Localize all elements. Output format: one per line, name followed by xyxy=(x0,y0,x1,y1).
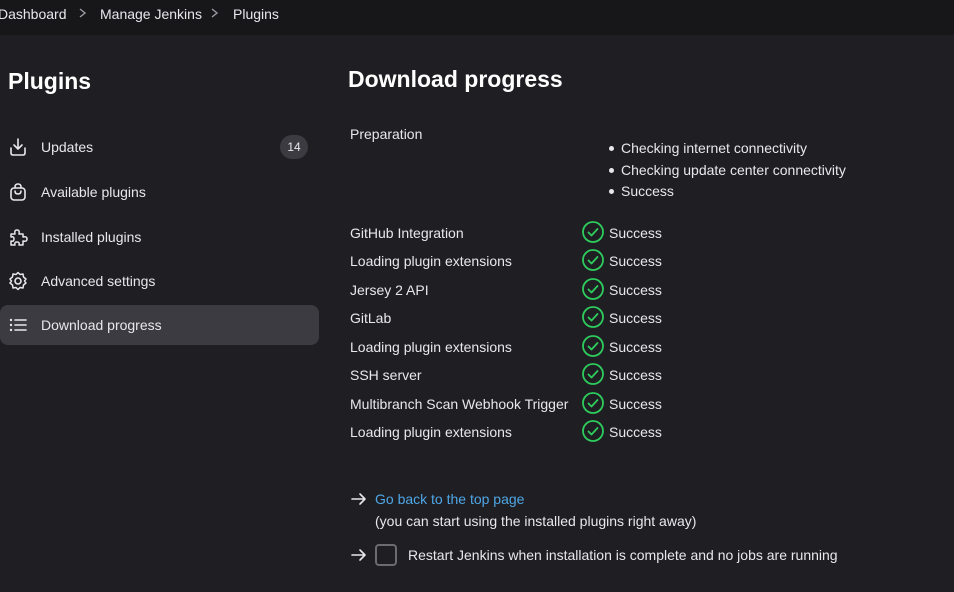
breadcrumb-dashboard[interactable]: Dashboard xyxy=(0,6,67,22)
breadcrumb-manage-jenkins[interactable]: Manage Jenkins xyxy=(100,6,202,22)
plugin-progress-row: GitHub Integration Success xyxy=(350,220,850,251)
sidebar-item-label: Download progress xyxy=(41,317,162,333)
plugin-status: Success xyxy=(609,310,662,326)
success-check-icon xyxy=(581,305,605,329)
sidebar-item-label: Advanced settings xyxy=(41,273,156,289)
chevron-right-icon xyxy=(76,5,90,21)
plugin-name: GitHub Integration xyxy=(350,225,464,241)
preparation-step: Success xyxy=(609,181,846,203)
plugin-status: Success xyxy=(609,253,662,269)
plugin-progress-row: Loading plugin extensions Success xyxy=(350,248,850,279)
success-check-icon xyxy=(581,220,605,244)
download-icon xyxy=(8,137,28,157)
sidebar-item-download-progress[interactable]: Download progress xyxy=(0,305,319,345)
arrow-right-icon xyxy=(350,490,368,508)
success-check-icon xyxy=(581,419,605,443)
plugin-status: Success xyxy=(609,424,662,440)
preparation-label: Preparation xyxy=(350,126,423,142)
plugin-name: Loading plugin extensions xyxy=(350,424,512,440)
success-check-icon xyxy=(581,248,605,272)
plugin-name: Loading plugin extensions xyxy=(350,339,512,355)
plugin-name: Loading plugin extensions xyxy=(350,253,512,269)
breadcrumb-bar: Dashboard Manage Jenkins Plugins xyxy=(0,0,954,35)
page-title: Download progress xyxy=(348,66,563,92)
plugin-progress-row: Jersey 2 API Success xyxy=(350,277,850,308)
arrow-right-icon xyxy=(350,546,368,564)
success-check-icon xyxy=(581,391,605,415)
success-check-icon xyxy=(581,362,605,386)
plugin-status: Success xyxy=(609,396,662,412)
gear-icon xyxy=(8,271,28,291)
plugin-status: Success xyxy=(609,367,662,383)
sidebar-item-advanced-settings[interactable]: Advanced settings xyxy=(0,261,319,301)
sidebar-item-installed-plugins[interactable]: Installed plugins xyxy=(0,217,319,257)
plugin-progress-row: Loading plugin extensions Success xyxy=(350,334,850,365)
sidebar-item-available-plugins[interactable]: Available plugins xyxy=(0,172,319,212)
plugin-progress-row: Loading plugin extensions Success xyxy=(350,419,850,450)
sidebar-item-label: Updates xyxy=(41,139,94,155)
preparation-steps: Checking internet connectivity Checking … xyxy=(609,138,846,203)
success-check-icon xyxy=(581,334,605,358)
updates-count-badge: 14 xyxy=(280,135,308,159)
puzzle-icon xyxy=(8,227,28,247)
sidebar-item-label: Available plugins xyxy=(41,184,146,200)
sidebar-title: Plugins xyxy=(8,68,92,94)
plugin-name: SSH server xyxy=(350,367,422,383)
shopping-bag-icon xyxy=(8,182,28,202)
success-check-icon xyxy=(581,277,605,301)
sidebar-item-updates[interactable]: Updates 14 xyxy=(0,127,319,167)
go-back-top-link[interactable]: Go back to the top page xyxy=(375,491,524,507)
breadcrumb-plugins[interactable]: Plugins xyxy=(233,6,279,22)
plugin-status: Success xyxy=(609,339,662,355)
plugin-status: Success xyxy=(609,282,662,298)
plugin-name: Multibranch Scan Webhook Trigger xyxy=(350,396,569,412)
plugin-name: GitLab xyxy=(350,310,392,326)
preparation-step: Checking internet connectivity xyxy=(609,138,846,160)
plugin-status: Success xyxy=(609,225,662,241)
chevron-right-icon xyxy=(208,5,222,21)
plugin-progress-row: SSH server Success xyxy=(350,362,850,393)
go-back-note: (you can start using the installed plugi… xyxy=(375,513,697,529)
plugin-progress-row: GitLab Success xyxy=(350,305,850,336)
restart-jenkins-checkbox[interactable] xyxy=(375,544,397,566)
plugin-name: Jersey 2 API xyxy=(350,282,429,298)
preparation-step: Checking update center connectivity xyxy=(609,160,846,182)
list-icon xyxy=(8,315,28,335)
sidebar-item-label: Installed plugins xyxy=(41,229,142,245)
plugin-progress-row: Multibranch Scan Webhook Trigger Success xyxy=(350,391,850,422)
restart-jenkins-label[interactable]: Restart Jenkins when installation is com… xyxy=(408,547,838,563)
